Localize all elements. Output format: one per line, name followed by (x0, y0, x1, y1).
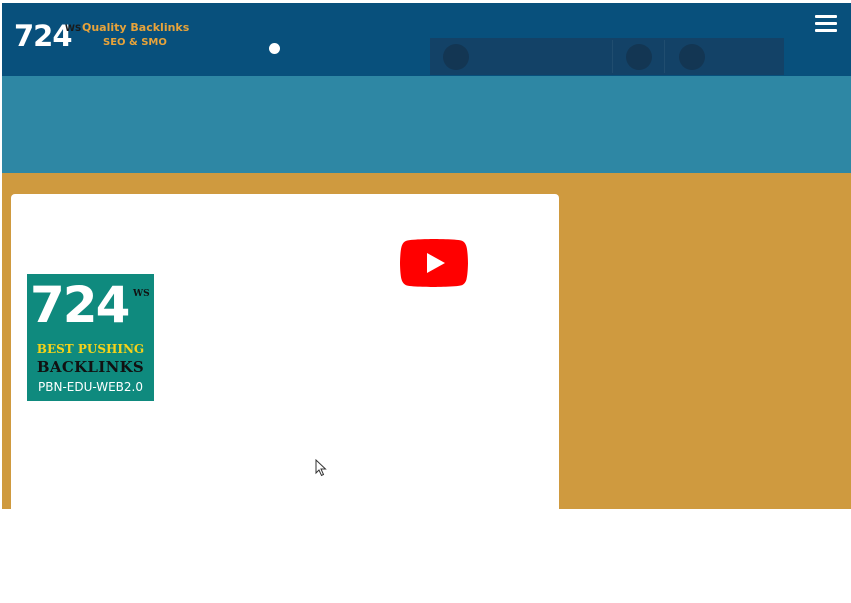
divider (612, 40, 613, 73)
site-logo[interactable]: 724 WS Quality Backlinks SEO & SMO (14, 11, 214, 63)
slider-knob[interactable] (269, 43, 280, 54)
logo-tagline-secondary: SEO & SMO (103, 37, 167, 48)
menu-line (815, 22, 837, 25)
hamburger-icon[interactable] (815, 15, 837, 33)
thumbnail-caption: PBN-EDU-WEB2.0 (38, 380, 143, 394)
mouse-cursor-icon (315, 459, 327, 477)
divider (664, 40, 665, 73)
menu-line (815, 29, 837, 32)
thumbnail-title: BACKLINKS (36, 358, 145, 376)
thumbnail-number: 724 (30, 276, 130, 334)
control-circle[interactable] (626, 44, 652, 70)
logo-tagline-primary: Quality Backlinks (82, 21, 190, 34)
page-frame: 724 WS Quality Backlinks SEO & SMO 724 W… (2, 3, 851, 509)
site-header: 724 WS Quality Backlinks SEO & SMO (2, 3, 851, 76)
logo-suffix: WS (65, 24, 82, 34)
video-thumbnail[interactable]: 724 WS BEST PUSHING BACKLINKS PBN-EDU-WE… (27, 274, 154, 401)
control-circle[interactable] (443, 44, 469, 70)
thumbnail-headline: BEST PUSHING (36, 342, 145, 356)
control-circle[interactable] (679, 44, 705, 70)
menu-line (815, 15, 837, 18)
youtube-play-icon[interactable] (400, 239, 468, 287)
banner-band (2, 76, 851, 173)
logo-number: 724 (14, 19, 73, 53)
thumbnail-suffix: WS (133, 289, 150, 299)
video-control-bar (430, 38, 784, 75)
